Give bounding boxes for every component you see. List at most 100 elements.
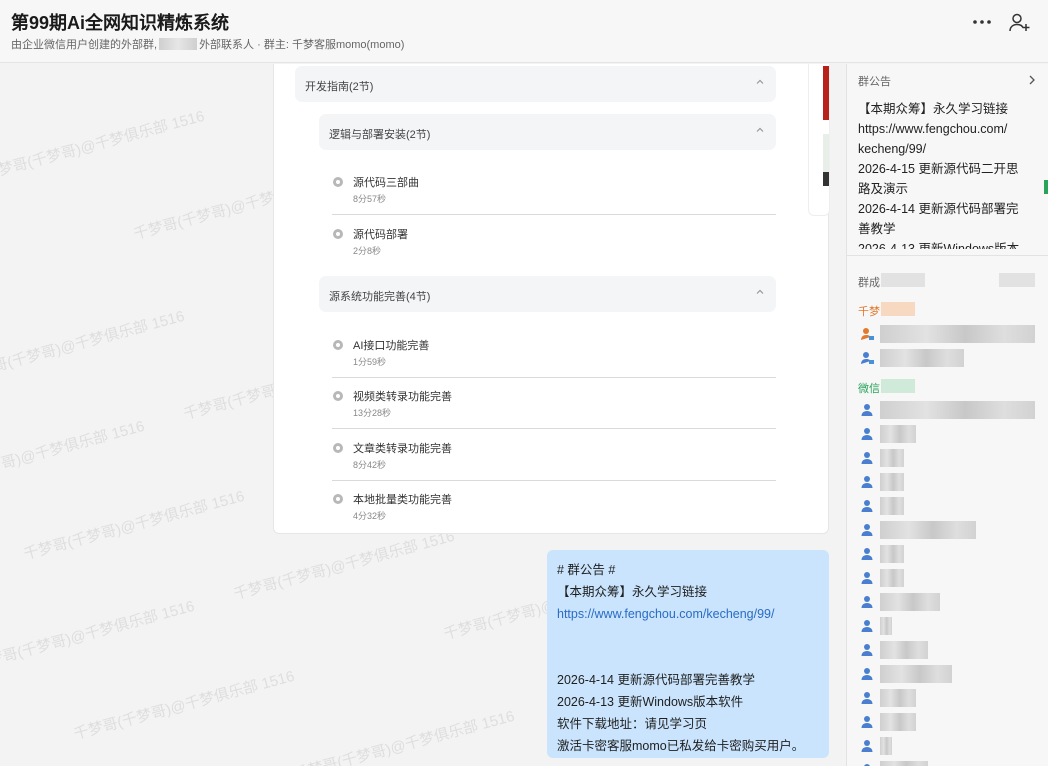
lesson-name: 源代码三部曲 <box>353 177 419 189</box>
chat-header: 第99期Ai全网知识精炼系统 由企业微信用户创建的外部群, 外部联系人 · 群主:… <box>0 0 1048 63</box>
user-icon <box>861 716 873 728</box>
add-member-button[interactable] <box>1008 12 1032 34</box>
chapter-title: 开发指南(2节) <box>305 81 374 93</box>
redacted-text <box>880 425 916 443</box>
message-line <box>557 647 819 669</box>
watermark: 千梦哥(千梦哥)@千梦俱乐部 1516 <box>71 667 297 744</box>
redacted-text <box>880 665 952 683</box>
more-horizontal-icon <box>973 20 991 24</box>
user-icon <box>861 668 873 680</box>
chapter-header[interactable]: 开发指南(2节) <box>295 66 776 102</box>
member-item[interactable] <box>858 496 1043 520</box>
redacted-text <box>881 273 925 287</box>
group-info-panel: 群公告 【本期众筹】永久学习链接 https://www.fengchou.co… <box>846 64 1048 766</box>
lesson-duration: 8分57秒 <box>353 194 387 204</box>
announcement-line: 2026-4-14 更新源代码部署完 <box>858 202 1019 216</box>
member-item[interactable] <box>858 640 1043 664</box>
redacted-text <box>880 569 904 587</box>
member-item[interactable] <box>858 520 1043 544</box>
chevron-right-icon[interactable] <box>1027 74 1037 86</box>
lesson-duration: 8分42秒 <box>353 460 387 470</box>
member-group-label: 千梦 <box>858 306 880 318</box>
members-heading: 群成 <box>858 277 880 289</box>
lesson-duration: 4分32秒 <box>353 511 387 521</box>
redacted-text <box>880 761 928 766</box>
play-dot-icon <box>333 177 343 187</box>
user-icon <box>861 740 873 752</box>
member-item[interactable] <box>858 712 1043 736</box>
member-item[interactable] <box>858 688 1043 712</box>
add-person-icon <box>1009 13 1030 32</box>
announcement-line: 路及演示 <box>858 182 909 196</box>
member-item[interactable] <box>858 348 1043 372</box>
section-title: 逻辑与部署安装(2节) <box>329 129 431 141</box>
redacted-text <box>881 302 915 316</box>
adjacent-card-thumbnail[interactable] <box>808 64 830 216</box>
play-dot-icon <box>333 340 343 350</box>
lesson-item[interactable]: 视频类转录功能完善 13分28秒 <box>332 383 776 429</box>
thumbnail-image <box>823 66 829 120</box>
chevron-up-icon <box>756 289 764 294</box>
redacted-text <box>880 617 892 635</box>
redacted-text <box>880 449 904 467</box>
member-item[interactable] <box>858 448 1043 472</box>
member-item[interactable] <box>858 324 1043 348</box>
member-item[interactable] <box>858 472 1043 496</box>
member-item[interactable] <box>858 736 1043 760</box>
member-item[interactable] <box>858 400 1043 424</box>
announcement-heading: 群公告 <box>858 76 891 88</box>
lesson-item[interactable]: AI接口功能完善 1分59秒 <box>332 332 776 378</box>
chat-area[interactable]: 千梦哥(千梦哥)@千梦俱乐部 1516 千梦哥(千梦哥)@千梦俱乐部 1516 … <box>0 64 845 766</box>
member-item[interactable] <box>858 664 1043 688</box>
message-link[interactable]: https://www.fengchou.com/kecheng/99/ <box>557 603 819 625</box>
user-icon <box>861 524 873 536</box>
lesson-name: 源代码部署 <box>353 229 408 241</box>
member-item[interactable] <box>858 760 1043 766</box>
watermark: 千梦哥(千梦哥)@千梦俱乐部 1516 <box>291 707 517 766</box>
member-item[interactable] <box>858 616 1043 640</box>
lesson-item[interactable]: 文章类转录功能完善 8分42秒 <box>332 435 776 481</box>
watermark: 千梦哥(千梦哥)@千梦俱乐部 1516 <box>0 417 147 494</box>
subtitle-suffix: 外部联系人 · 群主: 千梦客服momo(momo) <box>199 39 405 51</box>
user-icon <box>861 572 873 584</box>
redacted-text <box>880 325 1035 343</box>
lesson-item[interactable]: 源代码部署 2分8秒 <box>332 221 776 267</box>
member-item[interactable] <box>858 544 1043 568</box>
watermark: 千梦哥(千梦哥)@千梦俱乐部 1516 <box>0 107 207 184</box>
message-bubble[interactable]: # 群公告 # 【本期众筹】永久学习链接 https://www.fengcho… <box>547 550 829 758</box>
divider <box>847 255 1048 256</box>
message-line: 2026-4-14 更新源代码部署完善教学 <box>557 673 755 687</box>
redacted-text <box>880 713 916 731</box>
user-icon <box>861 452 873 464</box>
section-header[interactable]: 源系统功能完善(4节) <box>319 276 776 312</box>
redacted-text <box>880 545 904 563</box>
member-item[interactable] <box>858 424 1043 448</box>
section-header[interactable]: 逻辑与部署安装(2节) <box>319 114 776 150</box>
window-edge-indicator <box>1044 180 1048 194</box>
section-title: 源系统功能完善(4节) <box>329 291 431 303</box>
subtitle-prefix: 由企业微信用户创建的外部群, <box>11 39 158 51</box>
lesson-name: 视频类转录功能完善 <box>353 391 452 403</box>
member-item[interactable] <box>858 568 1043 592</box>
course-outline-card[interactable]: 开发指南(2节) 逻辑与部署安装(2节) 源代码三部曲 8分57秒 源代码部署 … <box>273 64 829 534</box>
user-icon <box>861 548 873 560</box>
lesson-item[interactable]: 本地批量类功能完善 4分32秒 <box>332 486 776 532</box>
lesson-duration: 1分59秒 <box>353 357 387 367</box>
course-outline-list[interactable]: 开发指南(2节) 逻辑与部署安装(2节) 源代码三部曲 8分57秒 源代码部署 … <box>274 64 792 533</box>
more-button[interactable] <box>970 12 994 34</box>
announcement-line: 2026-4-13 更新Windows版本 <box>858 242 1020 249</box>
announcement-body[interactable]: 【本期众筹】永久学习链接 https://www.fengchou.com/ k… <box>858 99 1038 249</box>
lesson-name: AI接口功能完善 <box>353 340 430 352</box>
chevron-up-icon <box>756 127 764 132</box>
message-line: # 群公告 # <box>557 563 616 577</box>
message-line: 软件下载地址：请见学习页 <box>557 717 708 731</box>
user-icon <box>861 692 873 704</box>
redacted-text <box>880 401 1035 419</box>
redacted-text <box>880 737 892 755</box>
lesson-item[interactable]: 源代码三部曲 8分57秒 <box>332 169 776 215</box>
member-group-label: 微信 <box>858 383 880 395</box>
play-dot-icon <box>333 391 343 401</box>
redacted-text <box>159 38 198 50</box>
group-title: 第99期Ai全网知识精炼系统 <box>11 13 230 33</box>
member-item[interactable] <box>858 592 1043 616</box>
